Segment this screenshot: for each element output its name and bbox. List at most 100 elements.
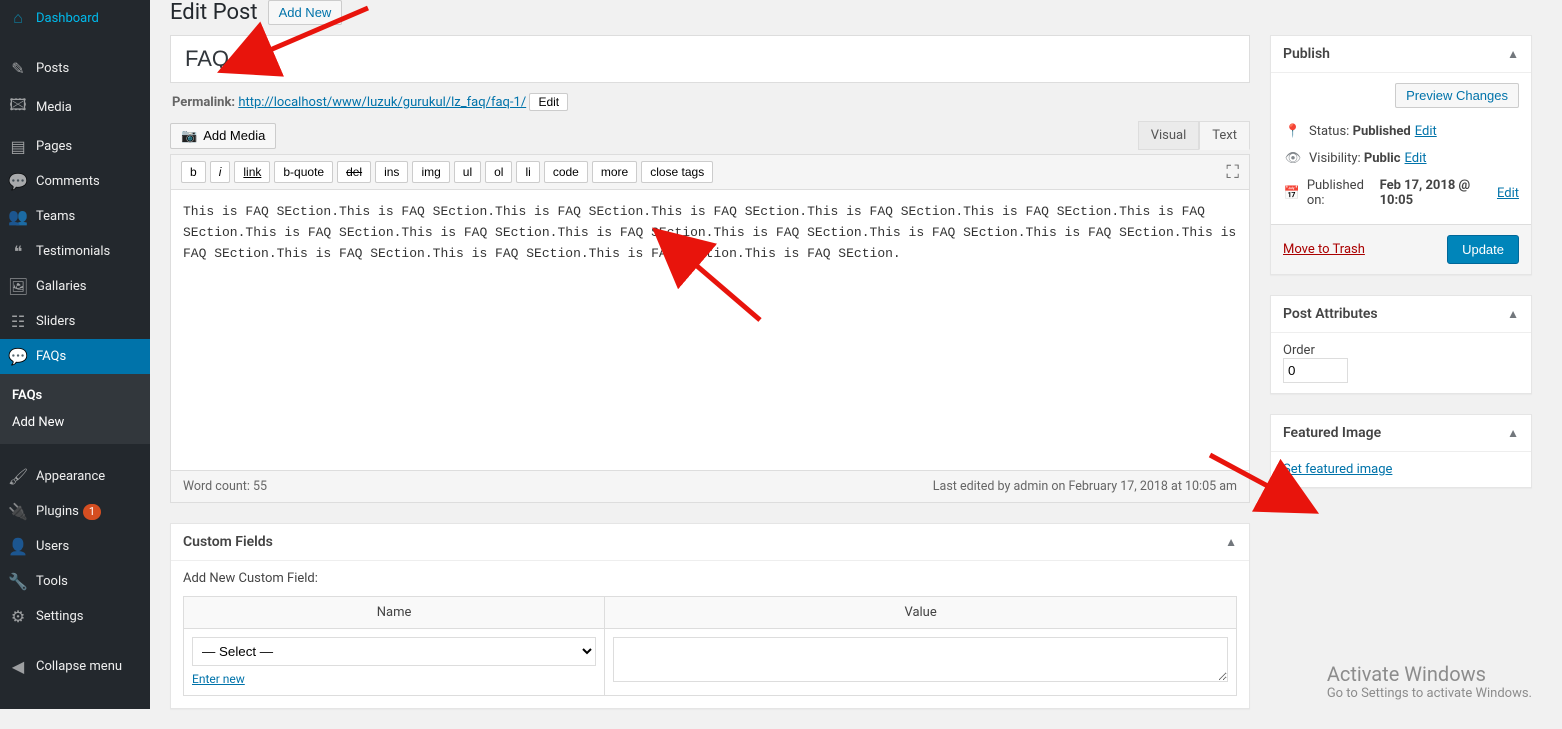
editor-toolbar: b i link b-quote del ins img ul ol li co… — [171, 155, 1249, 190]
menu-sliders[interactable]: ☷Sliders — [0, 304, 150, 339]
plugins-badge: 1 — [83, 504, 101, 520]
menu-label: Users — [36, 539, 69, 554]
btn-img[interactable]: img — [412, 161, 449, 183]
menu-media[interactable]: 🖾Media — [0, 86, 150, 129]
editor-textarea[interactable]: This is FAQ SEction.This is FAQ SEction.… — [171, 190, 1249, 470]
menu-label: Sliders — [36, 314, 75, 329]
menu-comments[interactable]: 💬 Comments — [0, 164, 150, 199]
visibility-edit-link[interactable]: Edit — [1405, 151, 1427, 166]
order-input[interactable] — [1283, 358, 1348, 383]
add-custom-field-label: Add New Custom Field: — [183, 571, 1237, 586]
set-featured-image-link[interactable]: Set featured image — [1283, 462, 1392, 477]
menu-settings[interactable]: ⚙ Settings — [0, 599, 150, 634]
menu-dashboard[interactable]: ⌂ Dashboard — [0, 0, 150, 36]
editor: b i link b-quote del ins img ul ol li co… — [170, 154, 1250, 503]
comments-icon: 💬 — [8, 172, 28, 191]
menu-testimonials[interactable]: ❝ Testimonials — [0, 234, 150, 269]
featured-image-body: Set featured image — [1271, 452, 1531, 487]
update-button[interactable]: Update — [1447, 235, 1519, 264]
editor-footer: Word count: 55 Last edited by admin on F… — [171, 470, 1249, 502]
menu-faqs[interactable]: 💬FAQs — [0, 339, 150, 374]
menu-tools[interactable]: 🔧Tools — [0, 564, 150, 599]
users-icon: 👤 — [8, 537, 28, 556]
cf-name-select[interactable]: — Select — — [192, 637, 596, 666]
btn-ins[interactable]: ins — [375, 161, 408, 183]
cf-col-value: Value — [605, 597, 1237, 629]
menu-galleries[interactable]: 🖼Gallaries — [0, 269, 150, 304]
menu-label: Media — [36, 100, 72, 115]
fullscreen-icon[interactable]: ⛶ — [1226, 162, 1239, 183]
watermark-title: Activate Windows — [1327, 662, 1532, 686]
menu-label: Testimonials — [36, 244, 110, 259]
btn-bquote[interactable]: b-quote — [274, 161, 333, 183]
word-count: Word count: 55 — [183, 479, 267, 494]
triangle-up-icon: ▲ — [1507, 47, 1519, 61]
order-label: Order — [1283, 343, 1519, 358]
testimonials-icon: ❝ — [8, 242, 28, 261]
menu-users[interactable]: 👤 Users — [0, 529, 150, 564]
btn-bold[interactable]: b — [181, 161, 206, 183]
tab-text[interactable]: Text — [1199, 121, 1250, 150]
menu-label: FAQs — [36, 349, 66, 364]
menu-plugins[interactable]: 🔌Plugins1 — [0, 494, 150, 529]
publish-actions: Move to Trash Update — [1271, 224, 1531, 274]
menu-label: Teams — [36, 209, 75, 224]
move-to-trash-link[interactable]: Move to Trash — [1283, 242, 1365, 257]
featured-image-header[interactable]: Featured Image ▲ — [1271, 415, 1531, 452]
btn-del[interactable]: del — [337, 161, 371, 183]
published-label: Published on: — [1307, 178, 1377, 208]
cf-enter-new[interactable]: Enter new — [192, 672, 245, 686]
btn-link[interactable]: link — [234, 161, 270, 183]
btn-li[interactable]: li — [516, 161, 539, 183]
status-value: Published — [1353, 124, 1411, 139]
tab-visual[interactable]: Visual — [1138, 121, 1200, 150]
published-edit-link[interactable]: Edit — [1497, 186, 1519, 201]
custom-fields-title: Custom Fields — [183, 534, 273, 550]
menu-teams[interactable]: 👥Teams — [0, 199, 150, 234]
collapse-icon: ◀ — [8, 657, 28, 676]
windows-watermark: Activate Windows Go to Settings to activ… — [1327, 662, 1532, 701]
pin-icon: 📍 — [1283, 124, 1303, 139]
settings-icon: ⚙ — [8, 607, 28, 626]
btn-close-tags[interactable]: close tags — [641, 161, 713, 183]
pin-icon: ✎ — [8, 59, 28, 78]
featured-image-box: Featured Image ▲ Set featured image — [1270, 414, 1532, 488]
menu-label: Gallaries — [36, 279, 87, 294]
menu-label: Pages — [36, 139, 72, 154]
permalink-url[interactable]: http://localhost/www/luzuk/gurukul/lz_fa… — [238, 95, 526, 110]
btn-ol[interactable]: ol — [485, 161, 512, 183]
submenu-faqs-list[interactable]: FAQs — [0, 382, 150, 409]
preview-changes-button[interactable]: Preview Changes — [1395, 83, 1519, 108]
post-title-input[interactable] — [170, 35, 1250, 83]
menu-label: Collapse menu — [36, 659, 122, 674]
add-new-button[interactable]: Add New — [268, 0, 343, 25]
editor-column: Permalink: http://localhost/www/luzuk/gu… — [170, 35, 1250, 729]
menu-posts[interactable]: ✎Posts — [0, 51, 150, 86]
btn-code[interactable]: code — [544, 161, 588, 183]
add-media-button[interactable]: 📷Add Media — [170, 123, 276, 149]
main-content: Edit Post Add New Permalink: http://loca… — [170, 0, 1550, 709]
menu-label: Appearance — [36, 469, 105, 484]
btn-more[interactable]: more — [592, 161, 637, 183]
menu-appearance[interactable]: 🖌Appearance — [0, 459, 150, 494]
menu-label: Dashboard — [36, 11, 99, 26]
permalink-edit-button[interactable]: Edit — [529, 93, 568, 111]
publish-header[interactable]: Publish ▲ — [1271, 36, 1531, 73]
custom-fields-header[interactable]: Custom Fields ▲ — [171, 524, 1249, 561]
post-attributes-header[interactable]: Post Attributes ▲ — [1271, 296, 1531, 333]
menu-label: Plugins — [36, 504, 79, 519]
btn-ul[interactable]: ul — [454, 161, 481, 183]
menu-label: Settings — [36, 609, 83, 624]
featured-image-title: Featured Image — [1283, 425, 1381, 441]
custom-fields-box: Custom Fields ▲ Add New Custom Field: Na… — [170, 523, 1250, 709]
permalink-row: Permalink: http://localhost/www/luzuk/gu… — [170, 83, 1250, 121]
menu-pages[interactable]: ▤Pages — [0, 129, 150, 164]
submenu-faqs-add-new[interactable]: Add New — [0, 409, 150, 436]
menu-label: Comments — [36, 174, 100, 189]
custom-fields-table: Name Value — Select — Enter new — [183, 596, 1237, 696]
status-edit-link[interactable]: Edit — [1415, 124, 1437, 139]
cf-value-textarea[interactable] — [613, 637, 1228, 682]
dashboard-icon: ⌂ — [8, 8, 28, 28]
collapse-menu[interactable]: ◀ Collapse menu — [0, 649, 150, 684]
btn-italic[interactable]: i — [210, 161, 231, 183]
